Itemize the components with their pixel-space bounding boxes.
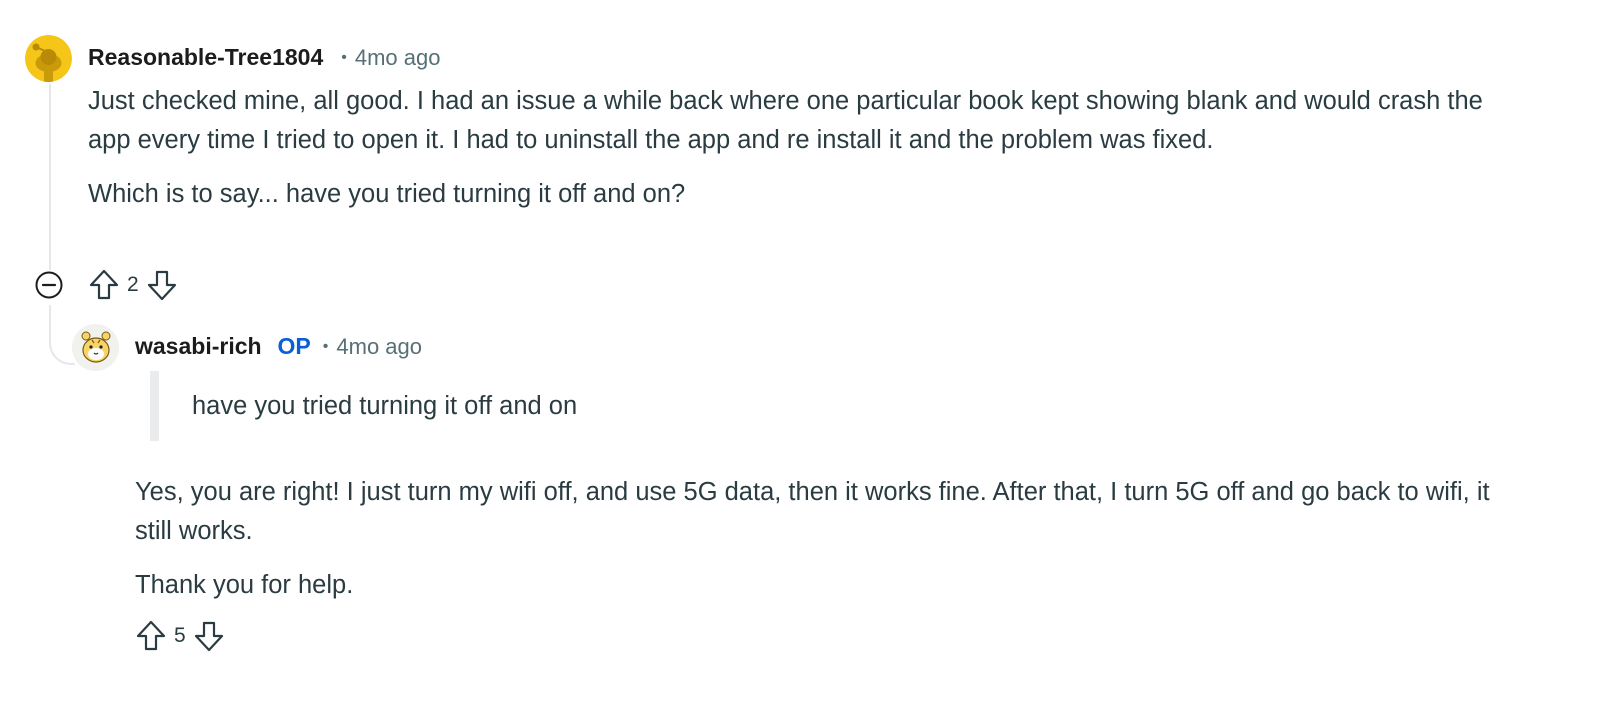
comment-paragraph: Just checked mine, all good. I had an is… [88, 87, 1483, 154]
snoo-avatar[interactable] [25, 35, 72, 82]
op-badge: OP [277, 333, 311, 359]
upvote-button[interactable] [135, 619, 167, 653]
tiger-avatar[interactable] [72, 324, 119, 371]
downvote-button[interactable] [146, 268, 178, 302]
collapse-thread-button[interactable] [34, 270, 64, 300]
comment-paragraph: Yes, you are right! I just turn my wifi … [135, 478, 1490, 545]
downvote-button[interactable] [193, 619, 225, 653]
comment-header: Reasonable-Tree1804 • 4mo ago [88, 44, 440, 71]
vote-controls: 2 [88, 268, 178, 302]
blockquote-bar [150, 371, 159, 441]
meta-separator: • [322, 337, 329, 355]
downvote-arrow-icon [147, 270, 176, 301]
vote-score: 5 [174, 624, 186, 647]
downvote-arrow-icon [194, 621, 223, 652]
comment-body: Yes, you are right! I just turn my wifi … [135, 473, 1515, 605]
upvote-arrow-icon [136, 620, 166, 651]
upvote-arrow-icon [89, 269, 119, 300]
comment-timestamp[interactable]: 4mo ago [355, 45, 441, 71]
vote-score: 2 [127, 273, 139, 296]
collapse-thread-icon [35, 271, 63, 299]
comment-paragraph: Thank you for help. [135, 571, 354, 599]
comment-paragraph: Which is to say... have you tried turnin… [88, 180, 686, 208]
thread-line [49, 84, 51, 270]
comment-body: Just checked mine, all good. I had an is… [88, 82, 1508, 214]
comment-header: wasabi-rich OP • 4mo ago [135, 333, 422, 360]
vote-controls: 5 [135, 619, 225, 653]
author-name[interactable]: Reasonable-Tree1804 [88, 44, 323, 71]
author-name[interactable]: wasabi-rich [135, 333, 262, 360]
meta-separator: • [341, 48, 347, 66]
comment-timestamp[interactable]: 4mo ago [336, 334, 422, 360]
upvote-button[interactable] [88, 268, 120, 302]
blockquote-text: have you tried turning it off and on [192, 392, 578, 420]
reply-thread-connector [49, 305, 75, 365]
